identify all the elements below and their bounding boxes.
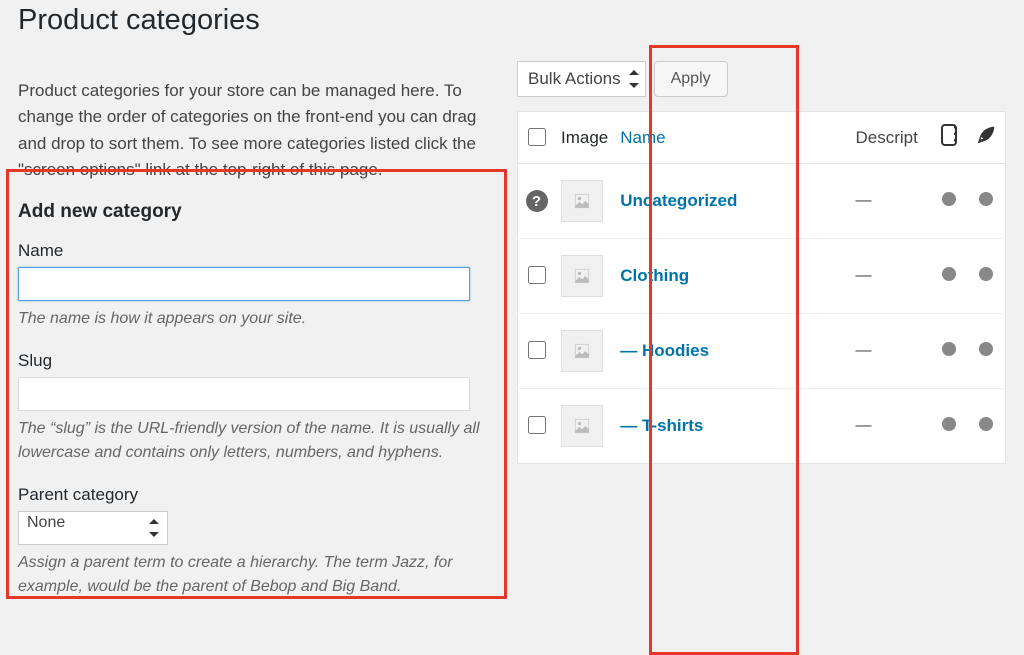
image-placeholder-icon: [561, 255, 603, 297]
category-name-link[interactable]: Clothing: [620, 266, 689, 285]
column-image: Image: [555, 112, 614, 164]
row-edit-icon[interactable]: [979, 267, 993, 281]
row-edit-icon[interactable]: [979, 342, 993, 356]
page-title: Product categories: [18, 4, 1006, 37]
category-name-link[interactable]: — T-shirts: [620, 416, 703, 435]
image-placeholder-icon: [561, 330, 603, 372]
column-settings-icon[interactable]: [930, 112, 968, 164]
table-row: ? Uncategorized —: [518, 164, 1006, 239]
select-all-checkbox[interactable]: [528, 128, 546, 146]
name-help: The name is how it appears on your site.: [18, 307, 503, 331]
table-row: — T-shirts —: [518, 389, 1006, 464]
parent-category-select[interactable]: None: [18, 511, 168, 545]
column-description[interactable]: Descript: [850, 112, 930, 164]
description-cell: —: [850, 389, 930, 464]
row-edit-icon[interactable]: [979, 192, 993, 206]
row-settings-icon[interactable]: [942, 267, 956, 281]
table-row: Clothing —: [518, 239, 1006, 314]
row-checkbox[interactable]: [528, 416, 546, 434]
add-new-category-heading: Add new category: [18, 201, 503, 223]
image-placeholder-icon: [561, 405, 603, 447]
row-settings-icon[interactable]: [942, 192, 956, 206]
parent-help: Assign a parent term to create a hierarc…: [18, 551, 503, 599]
bulk-actions-label: Bulk Actions: [528, 69, 621, 89]
apply-button[interactable]: Apply: [654, 61, 728, 97]
categories-table: Image Name Descript ?Uncategorized—Cloth…: [517, 111, 1006, 464]
row-checkbox[interactable]: [528, 266, 546, 284]
parent-category-selected: None: [27, 514, 65, 531]
parent-category-label: Parent category: [18, 485, 503, 505]
slug-input[interactable]: [18, 377, 470, 411]
category-name-link[interactable]: — Hoodies: [620, 341, 709, 360]
help-icon[interactable]: ?: [526, 190, 548, 212]
bulk-actions-select[interactable]: Bulk Actions: [517, 61, 646, 97]
row-settings-icon[interactable]: [942, 342, 956, 356]
description-cell: —: [850, 314, 930, 389]
row-settings-icon[interactable]: [942, 417, 956, 431]
slug-help: The “slug” is the URL-friendly version o…: [18, 417, 503, 465]
description-cell: —: [850, 164, 930, 239]
column-edit-icon[interactable]: [968, 112, 1006, 164]
slug-label: Slug: [18, 351, 503, 371]
row-edit-icon[interactable]: [979, 417, 993, 431]
intro-text: Product categories for your store can be…: [18, 78, 503, 183]
column-name[interactable]: Name: [614, 112, 849, 164]
row-checkbox[interactable]: [528, 341, 546, 359]
table-row: — Hoodies —: [518, 314, 1006, 389]
category-name-link[interactable]: Uncategorized: [620, 191, 737, 210]
description-cell: —: [850, 239, 930, 314]
image-placeholder-icon: [561, 180, 603, 222]
name-input[interactable]: [18, 267, 470, 301]
name-label: Name: [18, 241, 503, 261]
